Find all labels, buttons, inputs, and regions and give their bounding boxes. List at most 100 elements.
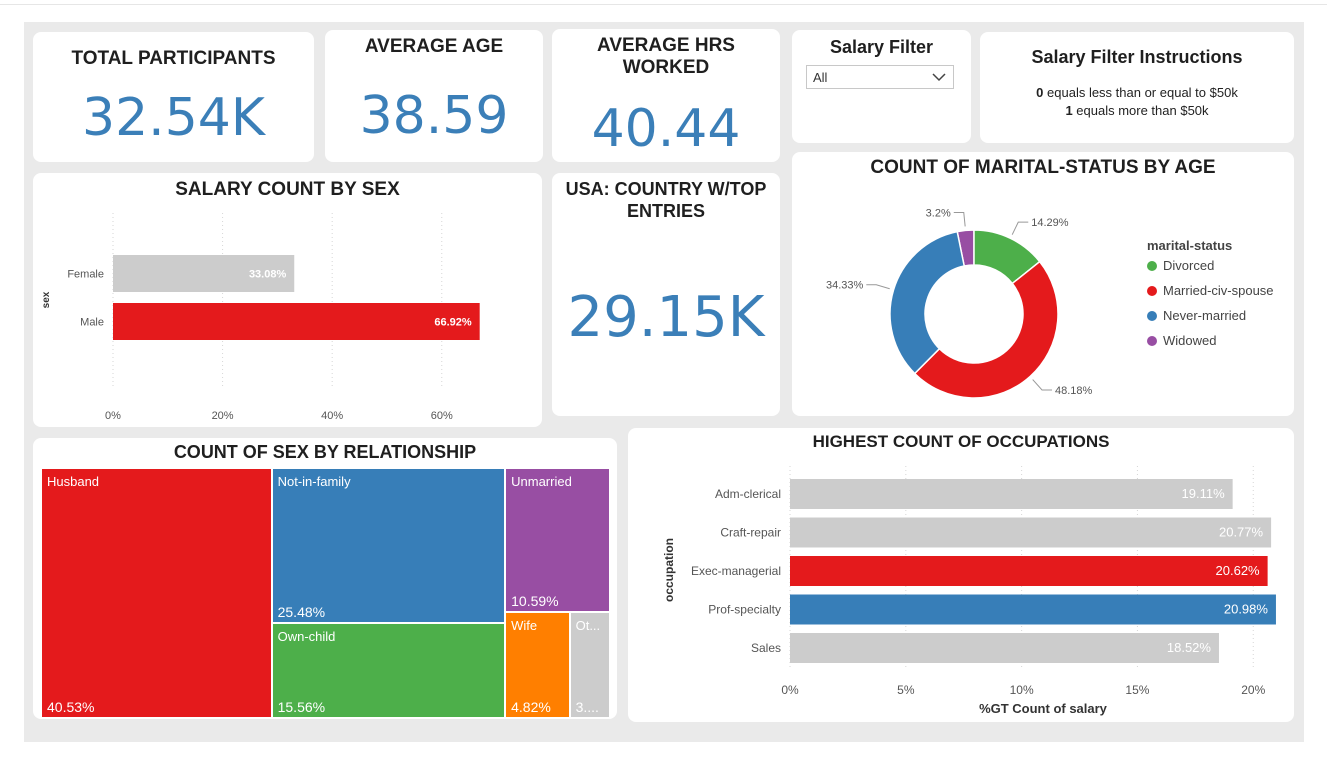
instructions-line-2-text: equals more than $50k: [1072, 103, 1209, 118]
category-label: Exec-managerial: [691, 564, 781, 578]
kpi-value-average-age: 38.59: [359, 86, 509, 146]
kpi-value-usa: 29.15K: [567, 285, 765, 350]
data-label: 20.62%: [1216, 563, 1261, 578]
bar: [790, 556, 1268, 586]
salary-by-sex-card: SALARY COUNT BY SEX 0% 20% 40% 60% Female 33.…: [33, 173, 542, 427]
sex-by-relationship-title: COUNT OF SEX BY RELATIONSHIP: [173, 442, 477, 462]
kpi-card-usa: USA: COUNTRY W/TOP ENTRIES 29.15K: [552, 173, 780, 416]
data-label: 33.08%: [249, 269, 287, 281]
kpi-title-usa-line1: USA: COUNTRY W/TOP: [565, 179, 767, 199]
x-tick-label: 0%: [105, 410, 121, 422]
kpi-title-total-participants: TOTAL PARTICIPANTS: [71, 48, 276, 69]
kpi-title-usa-line2: ENTRIES: [626, 201, 705, 221]
occupations-chart: 0% 5% 10% 15% 20% Adm-clerical 19.11% Craft-rep…: [662, 466, 1276, 716]
treemap-cell-value: 10.59%: [511, 592, 559, 609]
marital-status-card: COUNT OF MARITAL-STATUS BY AGE 3.2% 14.29…: [792, 152, 1294, 416]
treemap-cell[interactable]: Own-child 15.56%: [271, 623, 506, 718]
dashboard-canvas: TOTAL PARTICIPANTS 32.54K AVERAGE AGE 38…: [24, 22, 1304, 742]
marital-status-donut: 3.2% 14.29% 48.18% 34.33%: [826, 208, 1093, 399]
x-tick-label: 0%: [781, 683, 799, 697]
kpi-title-average-hrs-line1: AVERAGE HRS: [597, 35, 735, 56]
leader-line: [953, 212, 966, 227]
data-label: 66.92%: [434, 317, 472, 329]
category-label: Sales: [751, 641, 781, 655]
salary-filter-title: Salary Filter: [829, 37, 934, 57]
treemap-cell[interactable]: Wife 4.82%: [505, 611, 570, 718]
treemap-cell-value: 4.82%: [511, 698, 551, 715]
occupations-card: HIGHEST COUNT OF OCCUPATIONS 0% 5% 10% 15% 2…: [628, 428, 1294, 722]
legend-marker: [1147, 336, 1157, 346]
treemap-cell-value: 15.56%: [277, 698, 326, 715]
treemap-cell[interactable]: Husband 40.53%: [41, 468, 272, 718]
bar: [113, 303, 480, 340]
kpi-card-average-age: AVERAGE AGE 38.59: [325, 30, 543, 162]
salary-filter-dropdown[interactable]: All: [806, 65, 954, 89]
chevron-down-icon: [932, 73, 946, 82]
data-label: 19.11%: [1182, 486, 1226, 501]
salary-filter-instructions-card: Salary Filter Instructions 0 equals less…: [980, 32, 1294, 143]
legend-item[interactable]: Divorced: [1147, 258, 1214, 273]
legend-item[interactable]: Married-civ-spouse: [1147, 283, 1274, 298]
legend-label: Widowed: [1163, 333, 1217, 348]
treemap-cell-value: 40.53%: [47, 699, 95, 715]
salary-filter-card: Salary Filter All: [792, 30, 971, 143]
data-label: 34.33%: [826, 280, 864, 292]
kpi-value-total-participants: 32.54K: [82, 88, 265, 148]
legend-label: Divorced: [1163, 258, 1215, 273]
instructions-line-2-code: 1: [1065, 103, 1073, 118]
x-tick-label: 15%: [1125, 683, 1149, 697]
legend-item[interactable]: Never-married: [1147, 308, 1246, 323]
data-label: 48.18%: [1055, 385, 1093, 397]
category-label: Female: [67, 269, 104, 281]
top-divider: [0, 0, 1327, 5]
legend-marker: [1147, 286, 1157, 296]
category-label: Adm-clerical: [715, 487, 781, 501]
y-axis-title: occupation: [662, 538, 676, 602]
salary-by-sex-chart: 0%20%40%60%Female33.08%Male66.92%%GT Cou…: [41, 213, 480, 422]
data-label: 3.2%: [926, 208, 951, 220]
instructions-line-2: 1 equals more than $50k: [980, 103, 1294, 118]
salary-filter-selected: All: [813, 70, 828, 85]
kpi-title-average-hrs-line2: WORKED: [622, 57, 710, 78]
bar: [790, 594, 1276, 625]
treemap-cell-label: Ot...: [575, 617, 601, 633]
category-label: Male: [80, 317, 104, 329]
treemap-cell-label: Husband: [47, 474, 100, 489]
legend-label: Never-married: [1163, 308, 1247, 323]
x-tick-label: 10%: [1010, 683, 1034, 697]
data-label: 20.98%: [1224, 602, 1269, 617]
donut-slice: [889, 230, 966, 375]
instructions-title: Salary Filter Instructions: [1031, 47, 1243, 67]
marital-status-legend: marital-status Divorced Married-civ-spous…: [1147, 238, 1292, 358]
data-label: 20.77%: [1219, 525, 1264, 540]
kpi-title-average-age: AVERAGE AGE: [364, 36, 504, 57]
kpi-card-average-hrs: AVERAGE HRS WORKED 40.44: [552, 29, 780, 162]
instructions-line-1: 0 equals less than or equal to $50k: [980, 85, 1294, 100]
bar: [790, 479, 1233, 509]
legend-label: Married-civ-spouse: [1163, 283, 1274, 298]
treemap-cell[interactable]: Ot... 3....: [569, 611, 610, 718]
treemap-cell[interactable]: Unmarried 10.59%: [505, 468, 610, 612]
bar: [790, 633, 1219, 663]
x-axis-title: %GT Count of salary: [979, 701, 1108, 716]
data-label: 14.29%: [1031, 217, 1069, 229]
data-label: 18.52%: [1167, 640, 1212, 655]
legend-title: marital-status: [1147, 238, 1233, 253]
treemap-cell-value: 3....: [575, 698, 599, 715]
kpi-value-average-hrs: 40.44: [591, 99, 741, 159]
legend-marker: [1147, 311, 1157, 321]
kpi-card-total-participants: TOTAL PARTICIPANTS 32.54K: [33, 32, 314, 162]
leader-line: [866, 284, 890, 290]
treemap-cell-label: Unmarried: [511, 474, 572, 489]
legend-item[interactable]: Widowed: [1147, 333, 1216, 348]
sex-by-relationship-treemap: Husband 40.53% Not-in-family 25.48% Own-chil…: [41, 468, 610, 718]
bar: [790, 517, 1272, 548]
x-tick-label: 60%: [431, 410, 453, 422]
category-label: Craft-repair: [720, 526, 781, 540]
leader-line: [1032, 379, 1053, 391]
treemap-cell-label: Wife: [511, 617, 538, 633]
x-tick-label: 20%: [1241, 683, 1265, 697]
treemap-cell-value: 25.48%: [277, 604, 326, 621]
treemap-cell[interactable]: Not-in-family 25.48%: [271, 468, 506, 624]
y-axis-title: sex: [41, 291, 52, 308]
